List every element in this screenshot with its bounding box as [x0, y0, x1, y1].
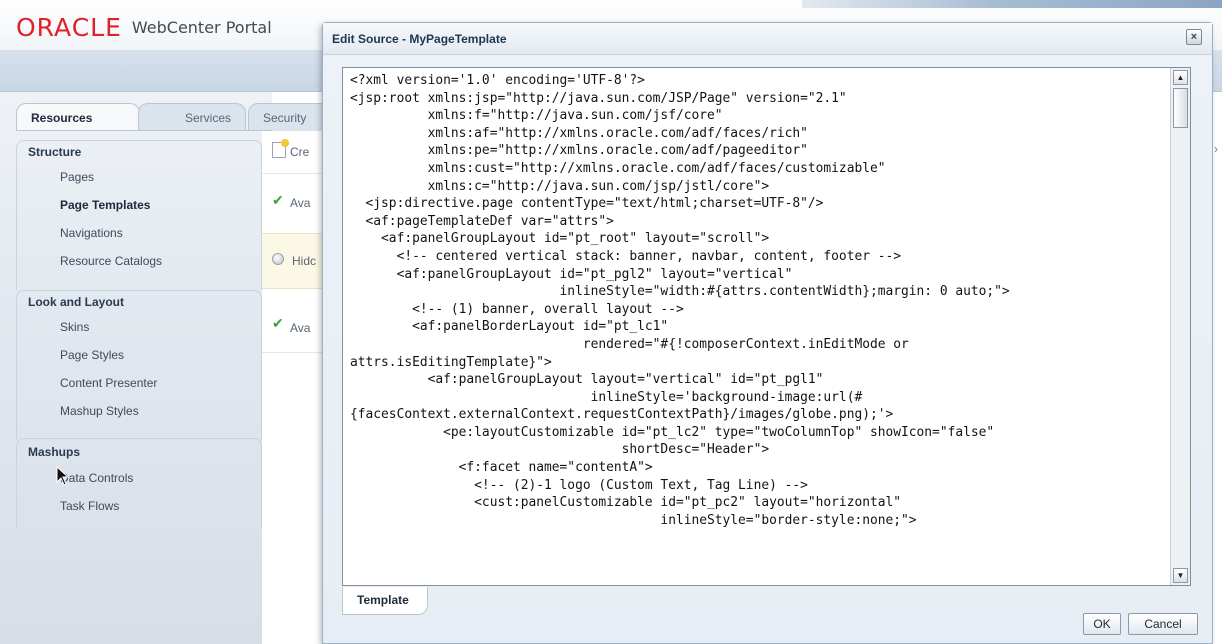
code-line[interactable]: <af:panelGroupLayout layout="vertical" i…: [350, 371, 1169, 389]
code-line[interactable]: <pe:layoutCustomizable id="pt_lc2" type=…: [350, 424, 1169, 442]
code-line[interactable]: <af:pageTemplateDef var="attrs">: [350, 213, 1169, 231]
sidebar-item-skins[interactable]: Skins: [60, 320, 89, 334]
edit-source-dialog: Edit Source - MyPageTemplate × <?xml ver…: [322, 22, 1213, 644]
sidebar-item-resource-catalogs[interactable]: Resource Catalogs: [60, 254, 162, 268]
source-code[interactable]: <?xml version='1.0' encoding='UTF-8'?> <j…: [343, 68, 1169, 585]
code-line[interactable]: attrs.isEditingTemplate}">: [350, 354, 1169, 372]
code-line[interactable]: <jsp:root xmlns:jsp="http://java.sun.com…: [350, 90, 1169, 108]
available-label: Ava: [290, 196, 311, 210]
product-name: WebCenter Portal: [131, 18, 272, 37]
hidden-label: Hidc: [292, 254, 317, 268]
code-line[interactable]: <af:panelGroupLayout id="pt_root" layout…: [350, 230, 1169, 248]
sidebar-item-navigations[interactable]: Navigations: [60, 226, 123, 240]
close-icon[interactable]: ×: [1186, 29, 1202, 45]
chevron-right-icon[interactable]: ›: [1214, 142, 1222, 156]
code-line[interactable]: xmlns:pe="http://xmlns.oracle.com/adf/pa…: [350, 142, 1169, 160]
tab-divider: [16, 130, 272, 131]
source-editor[interactable]: <?xml version='1.0' encoding='UTF-8'?> <j…: [342, 67, 1191, 586]
sidebar-item-mashup-styles[interactable]: Mashup Styles: [60, 404, 139, 418]
vertical-scrollbar[interactable]: ▲ ▼: [1170, 68, 1190, 585]
header-accent: [802, 0, 1222, 8]
code-line[interactable]: <?xml version='1.0' encoding='UTF-8'?>: [350, 72, 1169, 90]
section-heading-mashups: Mashups: [28, 445, 81, 459]
code-line[interactable]: xmlns:c="http://java.sun.com/jsp/jstl/co…: [350, 178, 1169, 196]
scrollbar-thumb[interactable]: [1173, 88, 1188, 128]
code-line[interactable]: xmlns:af="http://xmlns.oracle.com/adf/fa…: [350, 125, 1169, 143]
create-icon[interactable]: [272, 139, 289, 158]
code-line[interactable]: <!-- (2)-1 logo (Custom Text, Tag Line) …: [350, 477, 1169, 495]
scroll-down-icon[interactable]: ▼: [1173, 568, 1188, 583]
mouse-cursor-icon: [56, 466, 70, 486]
check-icon: ✔: [272, 192, 284, 208]
radio-icon[interactable]: [272, 253, 284, 265]
sidebar-item-data-controls[interactable]: Data Controls: [60, 471, 133, 485]
section-heading-look-layout: Look and Layout: [28, 295, 124, 309]
code-line[interactable]: xmlns:f="http://java.sun.com/jsf/core": [350, 107, 1169, 125]
tab-label: Services: [184, 111, 231, 125]
code-line[interactable]: <af:panelGroupLayout id="pt_pgl2" layout…: [350, 266, 1169, 284]
create-label[interactable]: Cre: [290, 145, 309, 159]
available-label: Ava: [290, 321, 311, 335]
ok-button[interactable]: OK: [1083, 613, 1121, 635]
code-line[interactable]: <af:panelBorderLayout id="pt_lc1": [350, 318, 1169, 336]
check-icon: ✔: [272, 315, 284, 331]
section-heading-structure: Structure: [28, 145, 82, 159]
dialog-titlebar: Edit Source - MyPageTemplate ×: [323, 23, 1212, 55]
tab-resources[interactable]: Resources: [16, 103, 140, 131]
tab-label: Security: [263, 111, 307, 125]
code-line[interactable]: {facesContext.externalContext.requestCon…: [350, 406, 1169, 424]
oracle-logo: ORACLE WebCenter Portal: [16, 14, 272, 42]
sidebar-item-page-styles[interactable]: Page Styles: [60, 348, 124, 362]
code-line[interactable]: <f:facet name="contentA">: [350, 459, 1169, 477]
tab-template[interactable]: Template: [342, 587, 428, 615]
sidebar-item-pages[interactable]: Pages: [60, 170, 94, 184]
code-line[interactable]: <!-- centered vertical stack: banner, na…: [350, 248, 1169, 266]
code-line[interactable]: shortDesc="Header">: [350, 441, 1169, 459]
code-line[interactable]: rendered="#{!composerContext.inEditMode …: [350, 336, 1169, 354]
tab-services[interactable]: Services: [138, 103, 246, 131]
code-line[interactable]: <!-- (1) banner, overall layout -->: [350, 301, 1169, 319]
sidebar-item-page-templates[interactable]: Page Templates: [60, 198, 150, 212]
cancel-button[interactable]: Cancel: [1128, 613, 1198, 635]
code-line[interactable]: <cust:panelCustomizable id="pt_pc2" layo…: [350, 494, 1169, 512]
tab-label: Resources: [31, 111, 93, 125]
oracle-wordmark: ORACLE: [16, 13, 122, 42]
look-layout-section: [16, 290, 262, 440]
code-line[interactable]: inlineStyle="width:#{attrs.contentWidth}…: [350, 283, 1169, 301]
dialog-title: Edit Source - MyPageTemplate: [332, 32, 507, 46]
sidebar-item-task-flows[interactable]: Task Flows: [60, 499, 119, 513]
code-line[interactable]: <jsp:directive.page contentType="text/ht…: [350, 195, 1169, 213]
code-line[interactable]: inlineStyle="border-style:none;">: [350, 512, 1169, 530]
code-line[interactable]: xmlns:cust="http://xmlns.oracle.com/adf/…: [350, 160, 1169, 178]
scroll-up-icon[interactable]: ▲: [1173, 70, 1188, 85]
sidebar-item-content-presenter[interactable]: Content Presenter: [60, 376, 157, 390]
code-line[interactable]: inlineStyle='background-image:url(#: [350, 389, 1169, 407]
